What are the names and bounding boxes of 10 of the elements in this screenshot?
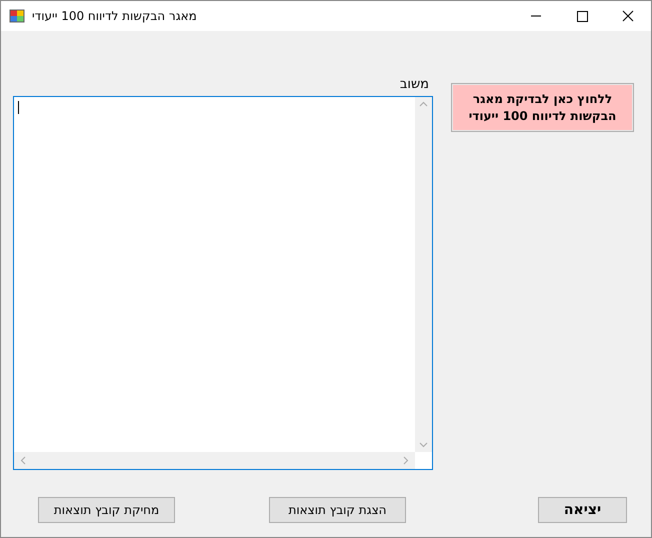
feedback-label: משוב: [400, 77, 429, 92]
feedback-field[interactable]: [13, 96, 433, 470]
action-button[interactable]: הצגת קובץ תוצאות: [269, 497, 406, 523]
action-button[interactable]: מחיקת קובץ תוצאות: [38, 497, 175, 523]
horizontal-scrollbar[interactable]: [14, 452, 415, 469]
app-icon: [9, 8, 25, 24]
vertical-scrollbar[interactable]: [415, 97, 432, 452]
action-button[interactable]: יציאה: [538, 497, 627, 523]
check-button[interactable]: ללחוץ כאן לבדיקת מאגר הבקשות לדיווח 100 ייעודי: [451, 83, 634, 132]
window-title: מאגר הבקשות לדיווח 100 ייעודי: [32, 9, 197, 23]
